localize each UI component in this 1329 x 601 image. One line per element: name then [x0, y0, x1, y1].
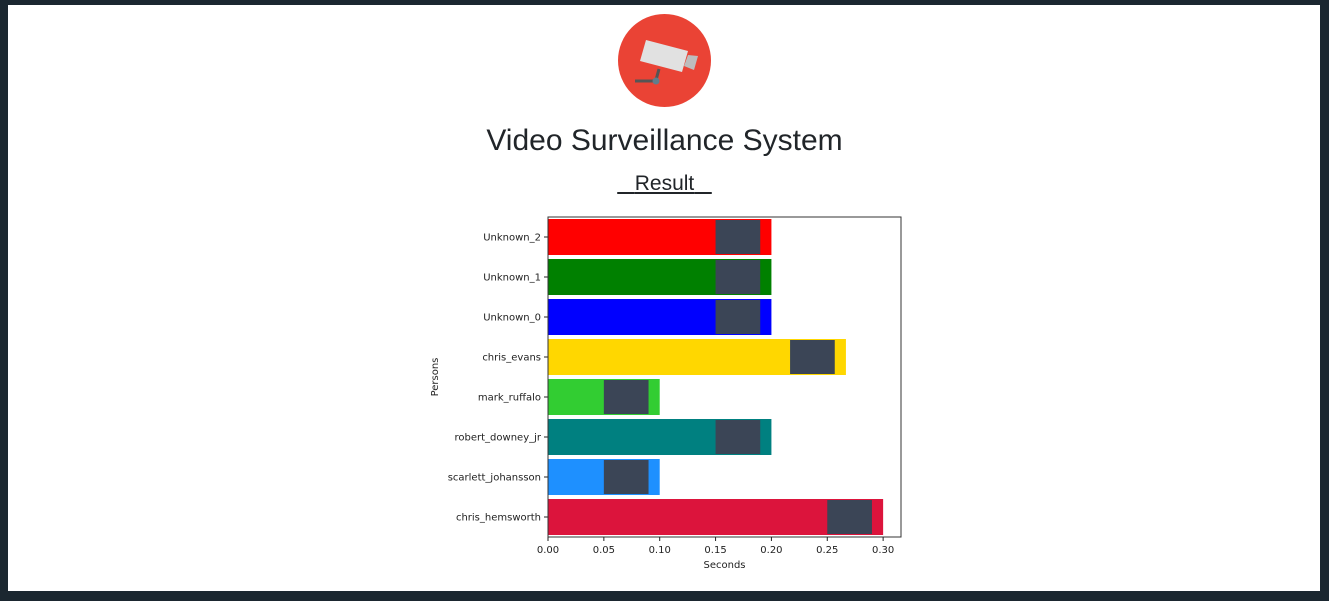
x-tick-label: 0.10: [649, 545, 671, 556]
y-tick-label: mark_ruffalo: [478, 393, 541, 404]
x-tick-label: 0.25: [816, 545, 838, 556]
y-tick-label: chris_evans: [482, 353, 541, 364]
x-axis-label: Seconds: [703, 560, 745, 571]
x-tick-label: 0.05: [593, 545, 615, 556]
x-tick-label: 0.15: [704, 545, 726, 556]
y-tick-label: Unknown_0: [483, 313, 541, 324]
face-thumbnail: [603, 380, 649, 414]
face-thumbnail: [715, 260, 761, 294]
face-thumbnail: [790, 340, 835, 374]
face-thumbnail: [715, 220, 761, 254]
face-thumbnail: [715, 300, 761, 334]
x-tick-label: 0.00: [537, 545, 559, 556]
y-tick-label: Unknown_2: [483, 233, 541, 244]
y-tick-label: robert_downey_jr: [455, 433, 542, 444]
face-thumbnail: [715, 420, 761, 454]
y-tick-label: scarlett_johansson: [448, 473, 541, 484]
y-tick-label: chris_hemsworth: [456, 513, 541, 524]
x-tick-label: 0.20: [760, 545, 782, 556]
face-thumbnail: [603, 460, 649, 494]
bar-chart: Unknown_2 Unknown_1 Unknown_0 chris_evansma…: [430, 216, 902, 571]
x-tick-label: 0.30: [872, 545, 894, 556]
face-thumbnail: [827, 500, 872, 534]
y-axis-label: Persons: [430, 358, 441, 397]
y-tick-label: Unknown_1: [483, 273, 541, 284]
